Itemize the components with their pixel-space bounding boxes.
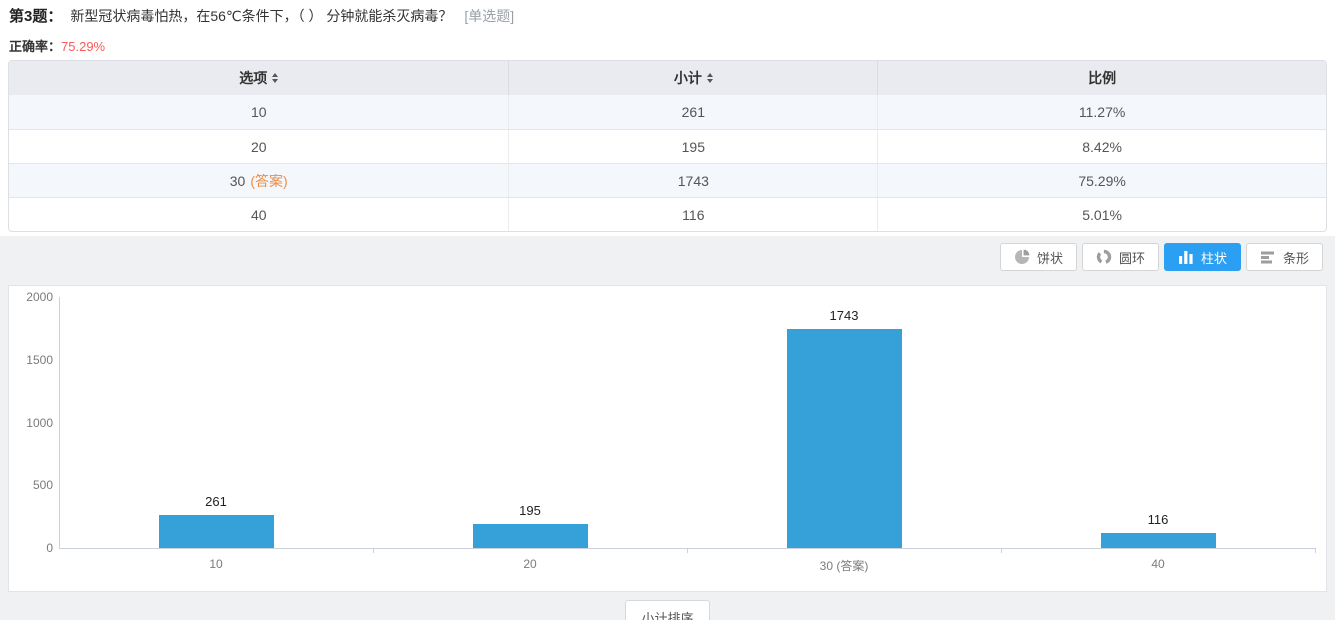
x-axis-category-label: 30 (答案): [764, 557, 924, 574]
results-table: 选项 小计 比例 1026111.27%201958.42%30(答案)1743…: [8, 60, 1327, 232]
table-row: 401165.01%: [9, 197, 1326, 231]
x-axis-tick: [687, 548, 688, 553]
chart-section: 饼状 圆环 柱状 条形 0 500 1000 1500 2000 261 10 195 20 1743 3…: [0, 236, 1335, 620]
column-header-count[interactable]: 小计: [509, 61, 878, 95]
table-row: 201958.42%: [9, 129, 1326, 163]
x-axis-category-label: 10: [136, 557, 296, 571]
accuracy-line: 正确率：75.29%: [0, 27, 1335, 55]
horizontal-bar-icon: [1260, 249, 1276, 265]
y-axis-tick-label: 0: [15, 541, 53, 555]
option-cell: 20: [9, 130, 509, 163]
chart-type-label: 条形: [1283, 248, 1309, 267]
sort-icon[interactable]: [272, 73, 278, 83]
chart-type-button-条形[interactable]: 条形: [1246, 243, 1323, 271]
ratio-cell: 5.01%: [878, 198, 1326, 231]
chart-type-label: 饼状: [1037, 248, 1063, 267]
bar: [473, 524, 588, 548]
question-number: 第3题：: [9, 8, 62, 25]
ratio-cell: 11.27%: [878, 95, 1326, 129]
results-table-body: 1026111.27%201958.42%30(答案)174375.29%401…: [9, 95, 1326, 231]
answer-tag: (答案): [250, 171, 287, 191]
count-cell: 261: [509, 95, 878, 129]
question-summary-section: 第3题：新型冠状病毒怕热，在56℃条件下，（ ） 分钟就能杀灭病毒？[单选题] …: [0, 0, 1335, 236]
count-cell: 116: [509, 198, 878, 231]
ratio-cell: 8.42%: [878, 130, 1326, 163]
donut-icon: [1096, 249, 1112, 265]
bar-value-label: 1743: [784, 308, 904, 323]
option-cell: 10: [9, 95, 509, 129]
table-row: 1026111.27%: [9, 95, 1326, 129]
count-cell: 1743: [509, 164, 878, 197]
bar-value-label: 261: [156, 494, 276, 509]
accuracy-value: 75.29%: [61, 39, 105, 54]
chart-type-button-圆环[interactable]: 圆环: [1082, 243, 1159, 271]
question-text: 新型冠状病毒怕热，在56℃条件下，（ ） 分钟就能杀灭病毒？: [70, 8, 452, 24]
bar-value-label: 116: [1098, 512, 1218, 527]
bar: [787, 329, 902, 548]
option-cell: 40: [9, 198, 509, 231]
x-axis-tick: [1315, 548, 1316, 553]
ratio-cell: 75.29%: [878, 164, 1326, 197]
bar: [159, 515, 274, 548]
question-type-tag: [单选题]: [464, 8, 514, 24]
y-axis-tick-label: 1000: [15, 416, 53, 430]
column-header-option[interactable]: 选项: [9, 61, 509, 95]
question-title-line: 第3题： 新型冠状病毒怕热，在56℃条件下，（ ） 分钟就能杀灭病毒？ [单选题]: [0, 0, 1335, 27]
chart-type-label: 圆环: [1119, 248, 1145, 267]
x-axis-tick: [1001, 548, 1002, 553]
sort-icon[interactable]: [707, 73, 713, 83]
chart-type-button-柱状[interactable]: 柱状: [1164, 243, 1241, 271]
y-axis-tick-label: 500: [15, 478, 53, 492]
chart-type-toolbar: 饼状 圆环 柱状 条形: [0, 236, 1335, 271]
column-header-option-label: 选项: [239, 68, 267, 88]
chart-type-label: 柱状: [1201, 248, 1227, 267]
y-axis-tick-label: 1500: [15, 353, 53, 367]
column-icon: [1178, 249, 1194, 265]
subtotal-sort-button[interactable]: 小计排序: [625, 600, 709, 620]
column-header-ratio-label: 比例: [1088, 68, 1116, 88]
bar: [1101, 533, 1216, 548]
pie-icon: [1014, 249, 1030, 265]
y-axis-line: [59, 297, 60, 548]
x-axis-category-label: 40: [1078, 557, 1238, 571]
accuracy-label: 正确率：: [9, 39, 61, 54]
chart-footer: 小计排序: [0, 600, 1335, 620]
results-table-header: 选项 小计 比例: [9, 61, 1326, 95]
x-axis-tick: [373, 548, 374, 553]
column-header-ratio: 比例: [878, 61, 1326, 95]
bar-chart: 0 500 1000 1500 2000 261 10 195 20 1743 30 (答案) 116…: [8, 285, 1327, 592]
count-cell: 195: [509, 130, 878, 163]
x-axis-category-label: 20: [450, 557, 610, 571]
column-header-count-label: 小计: [674, 68, 702, 88]
bar-value-label: 195: [470, 503, 590, 518]
option-cell: 30(答案): [9, 164, 509, 197]
chart-type-button-饼状[interactable]: 饼状: [1000, 243, 1077, 271]
table-row: 30(答案)174375.29%: [9, 163, 1326, 197]
y-axis-tick-label: 2000: [15, 290, 53, 304]
